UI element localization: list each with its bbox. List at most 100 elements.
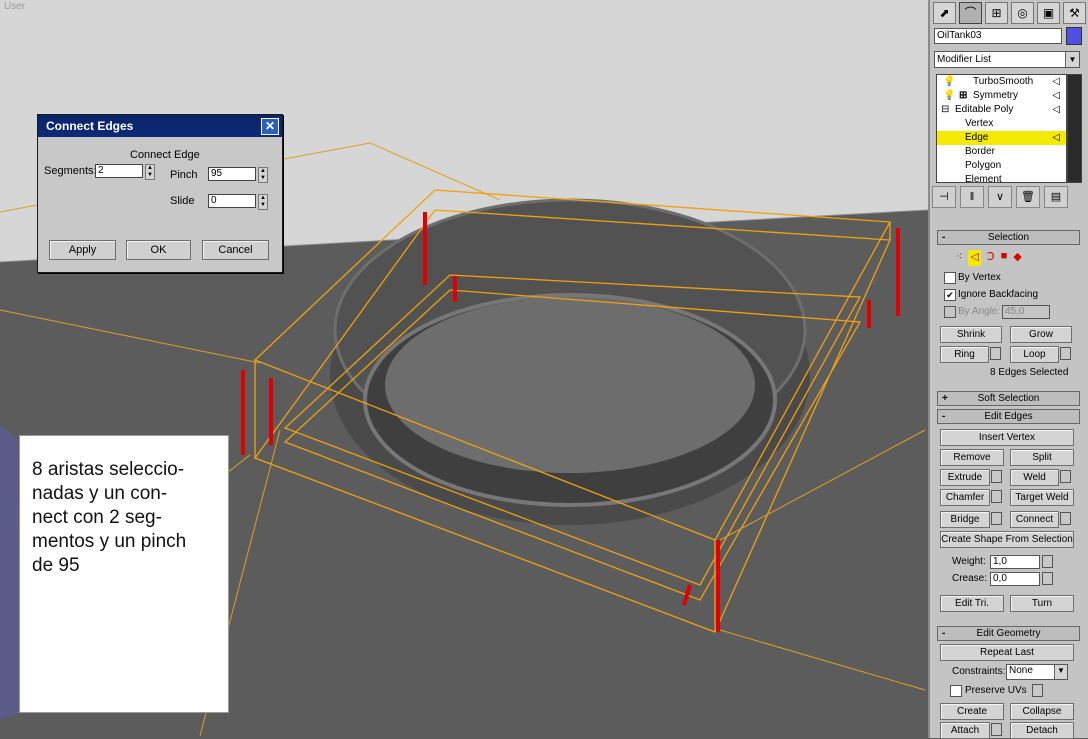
stack-item-vertex[interactable]: Vertex (937, 117, 1066, 131)
shrink-button[interactable]: Shrink (940, 326, 1002, 343)
settings-icon[interactable] (1032, 684, 1043, 697)
edge-mode-icon[interactable]: ◁ (968, 250, 981, 266)
by-vertex-checkbox[interactable] (944, 272, 956, 284)
loop-spinner-icon[interactable] (1060, 347, 1071, 360)
polygon-mode-icon[interactable]: ■ (1001, 250, 1008, 266)
ignore-backfacing-checkbox[interactable]: ✔ (944, 289, 956, 301)
rollout-edit-edges[interactable]: - Edit Edges (937, 409, 1080, 424)
lightbulb-icon[interactable]: 💡 (943, 89, 955, 103)
segments-spinner[interactable]: 2 ▲ ▼ (95, 164, 155, 180)
detach-button[interactable]: Detach (1010, 722, 1074, 739)
stack-item-editable-poly[interactable]: ⊟ Editable Poly ◁ (937, 103, 1066, 117)
split-button[interactable]: Split (1010, 449, 1074, 466)
remove-button[interactable]: Remove (940, 449, 1004, 466)
dialog-titlebar[interactable]: Connect Edges ✕ (38, 115, 282, 137)
stack-item-element[interactable]: Element (937, 173, 1066, 182)
pinch-spinner[interactable]: 95 ▲ ▼ (208, 167, 268, 183)
spinner-arrows-icon[interactable] (1042, 572, 1053, 585)
chamfer-button[interactable]: Chamfer (940, 489, 990, 506)
apply-button[interactable]: Apply (49, 240, 116, 260)
constraints-dropdown[interactable]: None ▼ (1006, 664, 1068, 680)
settings-icon[interactable] (991, 490, 1002, 503)
spinner-arrows-icon[interactable]: ▲ ▼ (145, 164, 155, 180)
spinner-arrows-icon[interactable]: ▲ ▼ (258, 167, 268, 183)
stack-item-turbosmooth[interactable]: 💡 TurboSmooth ◁ (937, 75, 1066, 89)
subobject-icons: ⁖ ◁ Ↄ ■ ◆ (956, 250, 1076, 266)
motion-icon[interactable]: ◎ (1011, 2, 1034, 24)
element-mode-icon[interactable]: ◆ (1013, 250, 1021, 266)
show-result-icon[interactable]: ◁ (1052, 131, 1060, 145)
object-color-swatch[interactable] (1066, 27, 1082, 45)
grow-button[interactable]: Grow (1010, 326, 1072, 343)
stack-item-polygon[interactable]: Polygon (937, 159, 1066, 173)
remove-modifier-icon[interactable]: 🗑 (1016, 186, 1040, 208)
modifier-stack[interactable]: 💡 TurboSmooth ◁ 💡 ⊞ Symmetry ◁ ⊟ Editabl… (936, 74, 1067, 183)
weld-button[interactable]: Weld (1010, 469, 1059, 486)
extrude-button[interactable]: Extrude (940, 469, 990, 486)
segments-field[interactable]: 2 (95, 164, 143, 178)
crease-field[interactable]: 0,0 (990, 572, 1040, 586)
loop-button[interactable]: Loop (1010, 346, 1059, 363)
vertex-mode-icon[interactable]: ⁖ (956, 250, 962, 266)
hierarchy-icon[interactable]: ⊞ (985, 2, 1008, 24)
settings-icon[interactable] (1060, 512, 1071, 525)
repeat-last-button[interactable]: Repeat Last (940, 644, 1074, 661)
settings-icon[interactable] (991, 470, 1002, 483)
bridge-button[interactable]: Bridge (940, 511, 990, 528)
rollout-soft-selection[interactable]: + Soft Selection (937, 391, 1080, 406)
settings-icon[interactable] (991, 512, 1002, 525)
create-shape-button[interactable]: Create Shape From Selection (940, 531, 1074, 548)
object-name-field[interactable]: OilTank03 (934, 28, 1062, 44)
turn-button[interactable]: Turn (1010, 595, 1074, 612)
show-end-result-icon[interactable]: ‖ (960, 186, 984, 208)
pin-stack-icon[interactable]: ⊣ (932, 186, 956, 208)
create-icon[interactable]: ⬈ (933, 2, 956, 24)
ok-button[interactable]: OK (126, 240, 191, 260)
pinch-field[interactable]: 95 (208, 167, 256, 181)
by-angle-checkbox[interactable] (944, 306, 956, 318)
by-angle-field[interactable]: 45,0 (1002, 305, 1050, 319)
cancel-button[interactable]: Cancel (202, 240, 269, 260)
stack-item-border[interactable]: Border (937, 145, 1066, 159)
modify-icon[interactable]: ⌒ (959, 2, 982, 24)
show-result-icon[interactable]: ◁ (1052, 103, 1060, 117)
settings-icon[interactable] (1060, 470, 1071, 483)
preserve-uvs-checkbox[interactable] (950, 685, 962, 697)
border-mode-icon[interactable]: Ↄ (987, 250, 995, 266)
insert-vertex-button[interactable]: Insert Vertex (940, 429, 1074, 446)
modifier-list-dropdown[interactable]: Modifier List ▼ (934, 51, 1080, 68)
slide-field[interactable]: 0 (208, 194, 256, 208)
edit-tri-button[interactable]: Edit Tri. (940, 595, 1004, 612)
utilities-icon[interactable]: ⚒ (1063, 2, 1086, 24)
stack-item-edge[interactable]: Edge ◁ (937, 131, 1066, 145)
weight-field[interactable]: 1,0 (990, 555, 1040, 569)
expand-icon[interactable]: ⊞ (959, 89, 967, 103)
stack-scrollbar[interactable] (1067, 74, 1082, 183)
close-icon[interactable]: ✕ (261, 118, 279, 135)
make-unique-icon[interactable]: ∨ (988, 186, 1012, 208)
stack-item-symmetry[interactable]: 💡 ⊞ Symmetry ◁ (937, 89, 1066, 103)
show-result-icon[interactable]: ◁ (1052, 89, 1060, 103)
configure-sets-icon[interactable]: ▤ (1044, 186, 1068, 208)
ring-spinner-icon[interactable] (990, 347, 1001, 360)
lightbulb-icon[interactable]: 💡 (943, 75, 955, 89)
chevron-down-icon[interactable]: ▼ (1054, 665, 1067, 679)
attach-button[interactable]: Attach (940, 722, 990, 739)
settings-icon[interactable] (991, 723, 1002, 736)
target-weld-button[interactable]: Target Weld (1010, 489, 1074, 506)
rollout-edit-geometry[interactable]: - Edit Geometry (937, 626, 1080, 641)
collapse-icon[interactable]: ⊟ (941, 103, 949, 117)
chevron-down-icon[interactable]: ▼ (1065, 52, 1079, 67)
show-result-icon[interactable]: ◁ (1052, 75, 1060, 89)
by-angle-label: By Angle: (958, 306, 1001, 317)
spinner-arrows-icon[interactable] (1042, 555, 1053, 568)
create-button[interactable]: Create (940, 703, 1004, 720)
ring-button[interactable]: Ring (940, 346, 989, 363)
display-icon[interactable]: ▣ (1037, 2, 1060, 24)
spinner-arrows-icon[interactable]: ▲ ▼ (258, 194, 268, 210)
collapse-button[interactable]: Collapse (1010, 703, 1074, 720)
viewport-label[interactable]: User (4, 1, 25, 12)
connect-button[interactable]: Connect (1010, 511, 1059, 528)
rollout-selection[interactable]: - Selection (937, 230, 1080, 245)
slide-spinner[interactable]: 0 ▲ ▼ (208, 194, 268, 210)
